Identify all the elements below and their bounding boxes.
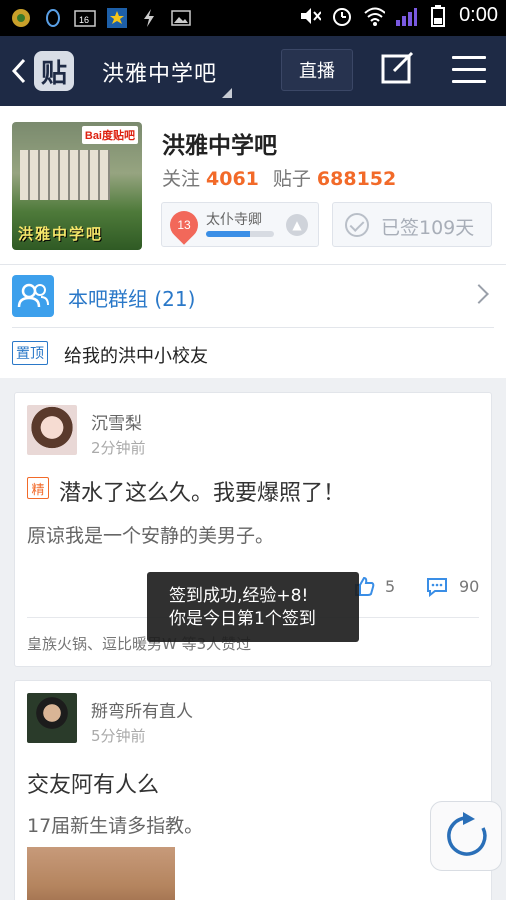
followers-label: 关注	[162, 168, 201, 190]
post-title: 潜水了这么久。我要爆照了！	[59, 481, 346, 506]
comment-bubble-icon	[427, 578, 447, 597]
tieba-logo[interactable]: 贴	[34, 51, 74, 91]
level-progress-bar	[206, 231, 274, 237]
check-circle-icon	[345, 213, 369, 237]
post-title: 交友阿有人么	[27, 773, 160, 798]
calendar-icon: 16	[74, 7, 96, 29]
refresh-icon	[447, 812, 487, 856]
star-app-icon	[106, 7, 128, 29]
alarm-icon	[331, 5, 353, 27]
forum-groups-row[interactable]: 本吧群组 (21)	[0, 265, 506, 327]
forum-groups-label: 本吧群组 (21)	[68, 287, 196, 311]
toast-line-1: 签到成功,经验+8!	[169, 586, 309, 606]
refresh-button[interactable]	[430, 801, 502, 871]
gallery-icon	[170, 7, 192, 29]
featured-badge: 精	[27, 477, 49, 499]
comment-button[interactable]: 90	[425, 575, 479, 597]
level-title: 太仆寺卿	[206, 212, 262, 228]
dropdown-corner-icon	[222, 88, 232, 98]
author-avatar[interactable]	[27, 405, 77, 455]
forum-name: 洪雅中学吧	[162, 133, 277, 159]
user-level-card[interactable]: 13 太仆寺卿 ▲	[161, 202, 319, 247]
forum-title-dropdown[interactable]: 洪雅中学吧	[102, 56, 217, 88]
like-button[interactable]: 5	[353, 575, 395, 597]
nav-bar: 贴 洪雅中学吧 直播	[0, 36, 506, 106]
flash-icon	[138, 7, 160, 29]
posts-label: 贴子	[272, 168, 311, 190]
menu-icon[interactable]	[452, 56, 486, 84]
app-notification-icon	[10, 7, 32, 29]
like-count: 5	[385, 576, 396, 596]
back-chevron-icon[interactable]	[10, 56, 30, 86]
signed-in-button[interactable]: 已签109天	[332, 202, 492, 247]
signed-days-label: 已签109天	[381, 217, 475, 239]
post-time: 2分钟前	[91, 439, 146, 457]
battery-icon	[427, 4, 449, 27]
toast-line-2: 你是今日第1个签到	[169, 609, 316, 629]
author-avatar[interactable]	[27, 693, 77, 743]
wifi-icon	[363, 5, 386, 27]
sign-in-toast: 签到成功,经验+8! 你是今日第1个签到	[147, 572, 359, 642]
post-card[interactable]: 掰弯所有直人 5分钟前 交友阿有人么 17届新生请多指教。	[14, 680, 492, 900]
posts-count: 688152	[316, 168, 397, 190]
post-photo[interactable]	[27, 847, 175, 900]
forum-header: Bai度贴吧 洪雅中学吧 洪雅中学吧 关注 4061 贴子 688152 13 太仆寺…	[0, 106, 506, 378]
pinned-post-row[interactable]: 置顶 给我的洪中小校友	[0, 328, 506, 378]
forum-avatar-text: 洪雅中学吧	[18, 225, 104, 243]
clock: 0:00	[459, 4, 498, 26]
rocket-icon: ▲	[286, 214, 308, 236]
comment-count: 90	[459, 576, 480, 596]
level-badge: 13	[164, 205, 204, 245]
qq-icon	[42, 7, 64, 29]
post-time: 5分钟前	[91, 727, 146, 745]
compose-icon[interactable]	[380, 51, 416, 87]
chevron-right-icon	[469, 284, 489, 304]
svg-text:16: 16	[79, 15, 89, 25]
status-bar: 16 0:00	[0, 0, 506, 36]
group-icon	[12, 275, 54, 317]
pinned-post-title: 给我的洪中小校友	[64, 346, 208, 367]
mute-icon	[299, 5, 322, 27]
followers-count: 4061	[206, 168, 259, 190]
baidu-tieba-logo: Bai度贴吧	[81, 126, 138, 144]
live-button[interactable]: 直播	[281, 49, 353, 91]
forum-stats: 关注 4061 贴子 688152	[162, 164, 410, 191]
post-body: 17届新生请多指教。	[27, 815, 204, 837]
author-name[interactable]: 沉雪梨	[91, 409, 142, 434]
post-body: 原谅我是一个安静的美男子。	[27, 525, 275, 547]
author-name[interactable]: 掰弯所有直人	[91, 697, 193, 722]
pinned-tag: 置顶	[12, 341, 48, 365]
forum-avatar[interactable]: Bai度贴吧 洪雅中学吧	[12, 122, 142, 250]
signal-icon	[395, 5, 418, 27]
